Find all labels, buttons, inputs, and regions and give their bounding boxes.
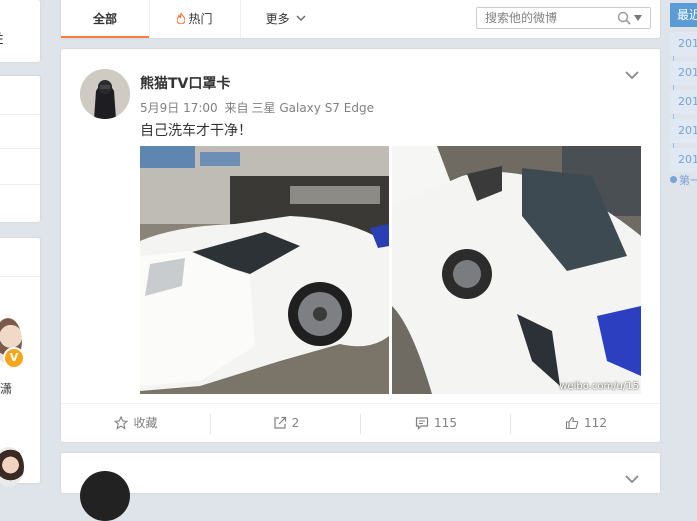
car-photo-image: [140, 146, 389, 394]
left-card-top: Ė: [0, 0, 40, 62]
post-source[interactable]: 三星 Galaxy S7 Edge: [252, 101, 374, 115]
timeline-first-item[interactable]: 第一: [679, 172, 697, 188]
post-action-bar: 收藏 2 115 112: [61, 403, 660, 443]
vip-badge-icon: V: [3, 347, 25, 369]
comment-button[interactable]: 115: [361, 404, 511, 443]
author-avatar[interactable]: [80, 471, 130, 521]
tab-all-label: 全部: [92, 12, 117, 26]
tab-more-label: 更多: [265, 12, 290, 26]
chevron-down-icon[interactable]: [624, 69, 640, 81]
repost-count: 2: [291, 416, 300, 430]
left-card-nav: [0, 76, 40, 222]
post-text: 自己洗车才干净！: [140, 123, 252, 139]
search-box[interactable]: [476, 7, 651, 29]
author-name[interactable]: 熊猫TV口罩卡: [140, 73, 230, 93]
source-prefix: 来自: [224, 101, 249, 115]
favorite-label: 收藏: [133, 416, 158, 430]
timeline-year-item[interactable]: 201: [670, 148, 697, 172]
tab-hot[interactable]: 热门: [149, 0, 241, 38]
post-photo[interactable]: weibo.com/u/15: [392, 146, 641, 394]
avatar-image: [80, 69, 130, 119]
left-card-top-text: Ė: [0, 33, 4, 47]
post-time[interactable]: 5月9日 17:00: [140, 101, 218, 115]
divider: [0, 276, 40, 277]
thumbs-up-icon: [565, 416, 579, 430]
like-button[interactable]: 112: [511, 404, 661, 443]
chevron-down-icon[interactable]: [624, 473, 640, 485]
photo-watermark: weibo.com/u/15: [559, 381, 639, 392]
timeline-sidebar: 最近 201 201 201 201 201 第一: [670, 0, 697, 477]
search-icon[interactable]: [617, 11, 631, 25]
car-photo-image: [392, 146, 641, 394]
tab-hot-label: 热门: [188, 12, 213, 26]
chevron-down-icon: [296, 15, 306, 21]
divider: [0, 148, 40, 149]
recommended-user-name[interactable]: 潇: [0, 380, 12, 397]
repost-button[interactable]: 2: [211, 404, 361, 443]
post-photo[interactable]: [140, 146, 389, 394]
post-meta: 5月9日 17:00 来自 三星 Galaxy S7 Edge: [140, 99, 374, 116]
timeline-year-item[interactable]: 201: [670, 90, 697, 114]
weibo-post: 熊猫TV口罩卡 5月9日 17:00 来自 三星 Galaxy S7 Edge 自…: [61, 49, 660, 442]
author-avatar[interactable]: [80, 69, 130, 119]
divider: [0, 114, 40, 115]
timeline-dot: [670, 176, 677, 183]
weibo-post: [61, 453, 660, 521]
timeline-header[interactable]: 最近: [670, 3, 697, 27]
flame-icon: [177, 13, 186, 24]
caret-down-icon[interactable]: [634, 15, 642, 21]
comment-icon: [415, 417, 429, 430]
favorite-button[interactable]: 收藏: [61, 404, 211, 443]
star-icon: [114, 415, 129, 430]
comment-count: 115: [434, 416, 457, 430]
timeline-year-item[interactable]: 201: [670, 32, 697, 56]
tab-all[interactable]: 全部: [61, 0, 149, 38]
timeline-year-item[interactable]: 201: [670, 119, 697, 143]
divider: [0, 184, 40, 185]
repost-icon: [274, 416, 286, 429]
feed-tab-bar: 全部 热门 更多: [61, 0, 660, 38]
timeline-year-item[interactable]: 201: [670, 61, 697, 85]
search-input[interactable]: [485, 10, 611, 26]
tab-more[interactable]: 更多: [241, 0, 331, 38]
like-count: 112: [584, 416, 607, 430]
